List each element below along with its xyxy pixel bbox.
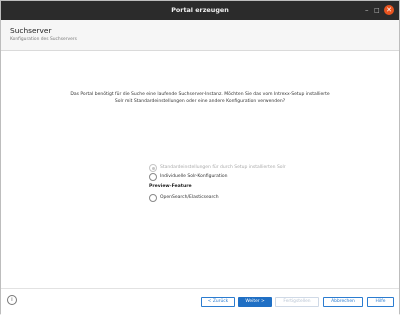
preview-feature-label: Preview-Feature <box>149 184 192 189</box>
wizard-footer: i < Zurück Weiter > Fertigstellen Abbrec… <box>1 288 399 315</box>
back-button[interactable]: < Zurück <box>201 297 235 307</box>
option-individual-solr-label: Individuelle Solr-Konfiguration <box>160 173 228 179</box>
maximize-icon[interactable]: □ <box>374 6 380 15</box>
search-server-question: Das Portal benötigt für die Suche eine l… <box>51 92 349 105</box>
finish-button[interactable]: Fertigstellen <box>275 297 319 307</box>
wizard-header: Suchserver Konfiguration des Suchservers <box>1 20 399 51</box>
window-title: Portal erzeugen <box>171 6 229 14</box>
close-icon[interactable]: ✕ <box>384 5 394 15</box>
next-button[interactable]: Weiter > <box>238 297 272 307</box>
title-bar[interactable]: Portal erzeugen – □ ✕ <box>1 1 399 20</box>
help-button[interactable]: Hilfe <box>367 297 394 307</box>
option-opensearch[interactable]: OpenSearch/Elasticsearch <box>149 194 249 202</box>
minimize-icon[interactable]: – <box>365 6 369 15</box>
option-individual-solr[interactable]: Individuelle Solr-Konfiguration <box>149 173 269 181</box>
page-title: Suchserver <box>10 26 52 35</box>
radio-default-solr-icon[interactable] <box>149 164 157 172</box>
page-subtitle: Konfiguration des Suchservers <box>10 37 77 42</box>
info-icon[interactable]: i <box>7 295 17 305</box>
radio-individual-solr-icon[interactable] <box>149 173 157 181</box>
cancel-button[interactable]: Abbrechen <box>323 297 363 307</box>
question-line-1: Das Portal benötigt für die Suche eine l… <box>70 92 330 97</box>
radio-opensearch-icon[interactable] <box>149 194 157 202</box>
option-opensearch-label: OpenSearch/Elasticsearch <box>160 194 219 200</box>
option-default-solr[interactable]: Standardeinstellungen für durch Setup in… <box>149 164 309 172</box>
dialog-window: Portal erzeugen – □ ✕ Suchserver Konfigu… <box>0 0 400 315</box>
option-default-solr-label: Standardeinstellungen für durch Setup in… <box>160 164 286 170</box>
question-line-2: Solr mit Standardeinstellungen oder eine… <box>114 98 286 104</box>
